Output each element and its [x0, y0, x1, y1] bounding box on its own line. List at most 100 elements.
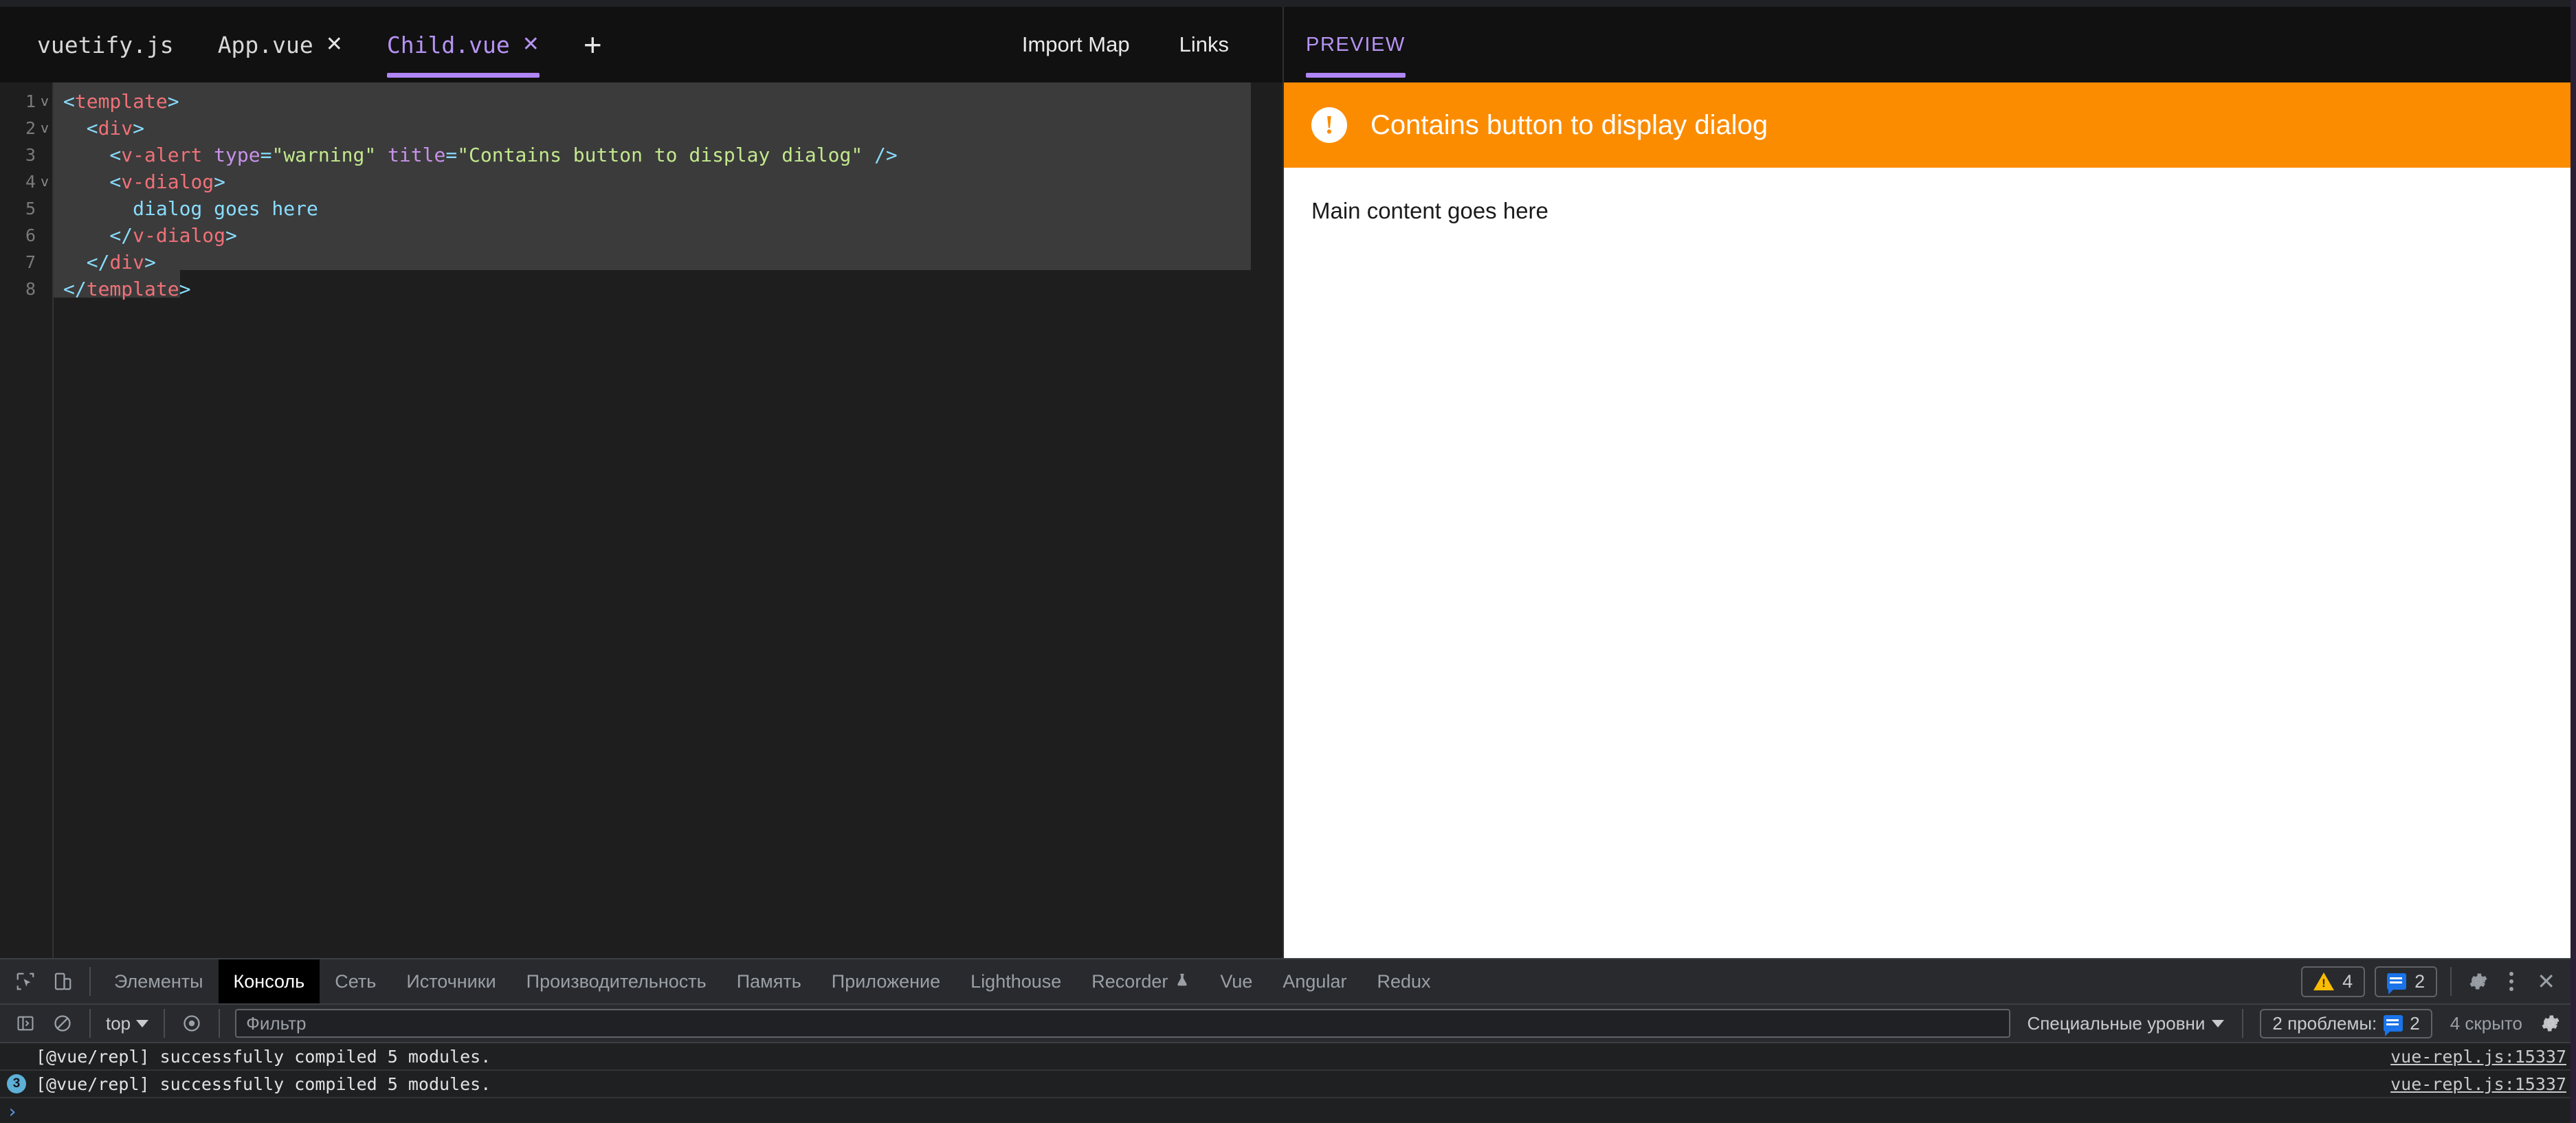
prompt-chevron-icon: › [7, 1102, 18, 1122]
devtools-tab-1[interactable]: Консоль [218, 959, 320, 1003]
devtools-tab-0[interactable]: Элементы [99, 959, 219, 1003]
warning-count-badge[interactable]: 4 [2301, 966, 2366, 997]
links-button[interactable]: Links [1155, 32, 1254, 57]
devtools-tab-11[interactable]: Redux [1362, 959, 1445, 1003]
code-line-text: <div> [54, 115, 144, 142]
window-right-edge [2571, 0, 2576, 1123]
file-tab-vuetify-js[interactable]: vuetify.js [37, 7, 174, 82]
live-expression-eye-icon[interactable] [176, 1008, 208, 1039]
code-line-text: </div> [54, 249, 156, 276]
console-source-link[interactable]: vue-repl.js:15337 [2390, 1047, 2566, 1067]
execution-context-label: top [106, 1012, 131, 1034]
execution-context-selector[interactable]: top [99, 1013, 155, 1034]
more-options-icon[interactable] [2497, 972, 2526, 991]
close-devtools-icon[interactable]: ✕ [2526, 968, 2566, 994]
file-tab-app-vue[interactable]: App.vue ✕ [218, 7, 343, 82]
inspect-element-icon[interactable] [10, 966, 41, 997]
devtools-tab-label: Recorder [1091, 970, 1168, 992]
main-content-text: Main content goes here [1311, 198, 1548, 223]
file-tab-label: Child.vue [386, 31, 510, 58]
code-editor[interactable]: 1 v <template> 2 v <div> 3 <v-alert type="war… [0, 82, 1284, 958]
code-token: > [144, 251, 156, 274]
console-message-row[interactable]: 3 [@vue/repl] successfully compiled 5 mod… [0, 1071, 2576, 1098]
devtools-tab-8[interactable]: Recorder [1076, 959, 1205, 1003]
console-settings-gear-icon[interactable] [2535, 1008, 2566, 1039]
fold-toggle-icon[interactable]: v [36, 115, 54, 142]
message-bubble-icon [2384, 1015, 2403, 1036]
line-number: 6 [25, 225, 36, 245]
console-input-prompt[interactable]: › [0, 1098, 2576, 1123]
line-number: 2 [25, 118, 36, 138]
devtools-panel: Элементы Консоль Сеть Источники Производител… [0, 958, 2576, 1123]
file-tab-child-vue[interactable]: Child.vue ✕ [386, 7, 540, 82]
code-line: 1 v <template> [0, 88, 1283, 115]
code-token: template [86, 278, 179, 300]
code-token: < [63, 170, 122, 193]
code-token: div [109, 251, 145, 274]
log-levels-selector[interactable]: Специальные уровни [2017, 1013, 2234, 1034]
device-toolbar-icon[interactable] [47, 966, 78, 997]
warning-count: 4 [2342, 970, 2353, 992]
preview-header: PREVIEW [1284, 7, 2576, 82]
console-sidebar-toggle-icon[interactable] [10, 1008, 41, 1039]
chevron-down-icon [2212, 1019, 2225, 1027]
settings-gear-icon[interactable] [2463, 966, 2494, 997]
line-number: 8 [25, 279, 36, 299]
code-line-text: </template> [54, 276, 190, 302]
playground-window: vuetify.js App.vue ✕ Child.vue ✕ + Impor… [0, 0, 2576, 1123]
close-icon[interactable]: ✕ [326, 34, 343, 55]
code-line: 2v <div> [0, 115, 1283, 142]
console-source-link[interactable]: vue-repl.js:15337 [2390, 1074, 2566, 1094]
devtools-tab-4[interactable]: Производительность [511, 959, 722, 1003]
code-line: 5 dialog goes here [0, 195, 1283, 222]
console-filter-bar: top Специальные уровни 2 проблемы: 2 [0, 1005, 2576, 1043]
preview-pane: ! Contains button to display dialog Main… [1284, 82, 2576, 958]
clear-console-icon[interactable] [47, 1008, 78, 1039]
line-number: 1 [25, 91, 36, 111]
badge-spacer [7, 1047, 26, 1066]
active-tab-underline [1306, 73, 1406, 78]
editor-header: vuetify.js App.vue ✕ Child.vue ✕ + Impor… [0, 7, 1284, 82]
fold-toggle-icon[interactable]: v [36, 88, 54, 115]
tab-preview[interactable]: PREVIEW [1306, 7, 1406, 82]
info-count-badge[interactable]: 2 [2375, 966, 2438, 997]
code-token: < [63, 144, 122, 166]
code-token: < [63, 117, 98, 140]
devtools-tab-6[interactable]: Приложение [817, 959, 955, 1003]
divider [164, 1009, 166, 1038]
code-token: v-alert [121, 144, 203, 166]
add-file-button[interactable]: + [570, 29, 616, 60]
code-token: = [260, 144, 272, 166]
console-message-text: [@vue/repl] successfully compiled 5 modu… [36, 1074, 491, 1094]
code-line: 8 </template> [0, 276, 1283, 302]
line-number: 4 [25, 172, 36, 192]
code-token: < [63, 90, 75, 113]
devtools-left-icons [0, 959, 99, 1003]
code-line: 7 </div> [0, 249, 1283, 276]
devtools-tab-7[interactable]: Lighthouse [955, 959, 1076, 1003]
import-map-button[interactable]: Import Map [997, 32, 1155, 57]
devtools-tab-9[interactable]: Vue [1205, 959, 1267, 1003]
devtools-tab-3[interactable]: Источники [391, 959, 511, 1003]
close-icon[interactable]: ✕ [522, 34, 540, 55]
code-token: > [179, 278, 191, 300]
preview-body: Main content goes here [1284, 168, 2576, 254]
exclamation-icon: ! [1311, 107, 1347, 143]
console-filter-input[interactable] [235, 1009, 2011, 1038]
issues-button[interactable]: 2 проблемы: 2 [2260, 1008, 2432, 1038]
warning-triangle-icon [2313, 972, 2335, 990]
exclamation-glyph: ! [1324, 111, 1334, 140]
flask-icon [1175, 971, 1190, 992]
fold-toggle-icon[interactable]: v [36, 168, 54, 195]
devtools-tab-10[interactable]: Angular [1267, 959, 1362, 1003]
console-output[interactable]: [@vue/repl] successfully compiled 5 modu… [0, 1043, 2576, 1123]
devtools-tab-2[interactable]: Сеть [320, 959, 391, 1003]
issues-label: 2 проблемы: [2272, 1012, 2377, 1034]
header-actions: Import Map Links [997, 32, 1283, 57]
log-levels-label: Специальные уровни [2027, 1012, 2206, 1034]
console-message-row[interactable]: [@vue/repl] successfully compiled 5 modu… [0, 1043, 2576, 1071]
devtools-tab-5[interactable]: Память [722, 959, 817, 1003]
code-token: > [214, 170, 226, 193]
v-alert-warning: ! Contains button to display dialog [1284, 82, 2576, 168]
issues-count: 2 [2410, 1012, 2420, 1034]
